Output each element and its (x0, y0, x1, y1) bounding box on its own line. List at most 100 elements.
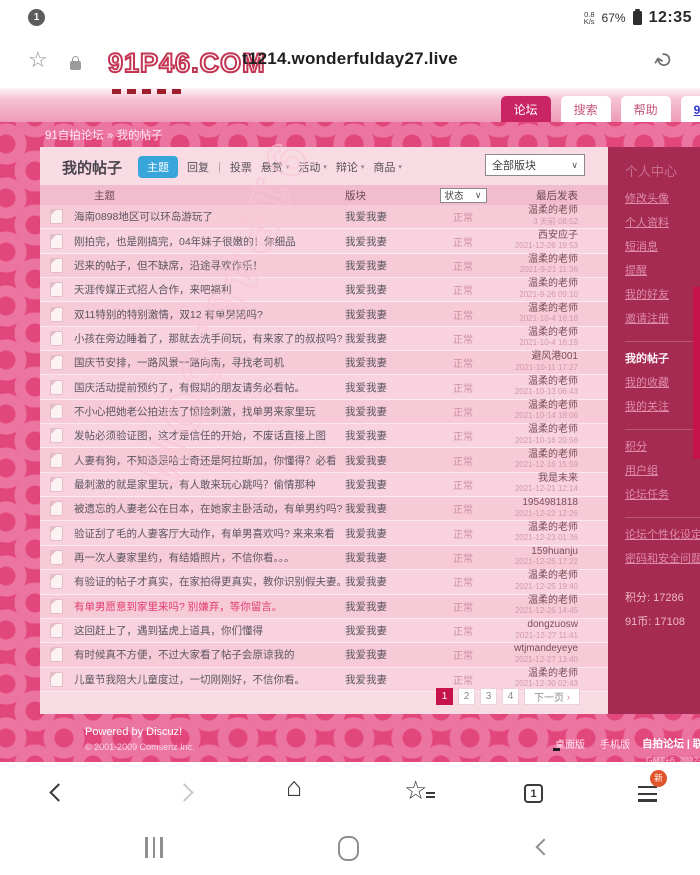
last-post-author[interactable]: 1954981818 (522, 498, 578, 509)
thread-title-link[interactable]: 有单男愿意到家里来吗? 别嫌弃，等你留言。 (74, 599, 345, 614)
last-post-author[interactable]: 温柔的老师 (528, 328, 578, 339)
site-tab-91视[interactable]: 91视 (681, 96, 700, 122)
table-row[interactable]: 人妻有狗，不知道是哈士奇还是阿拉斯加，你懂得？必看 我爱我妻 正常 温柔的老师 … (40, 448, 608, 472)
thread-title-link[interactable]: 国庆活动提前预约了，有假期的朋友请务必看帖。 (74, 380, 345, 395)
table-row[interactable]: 这回赶上了，遇到猛虎上道具，你们懂得 我爱我妻 正常 dongzuosw 202… (40, 619, 608, 643)
sidebar-item-短消息[interactable]: 短消息 (625, 238, 700, 254)
table-row[interactable]: 有单男愿意到家里来吗? 别嫌弃，等你留言。 我爱我妻 正常 温柔的老师 2021… (40, 595, 608, 619)
system-back-icon[interactable] (536, 839, 553, 856)
table-row[interactable]: 再一次人妻家里约，有结婚照片，不信你看。。。 我爱我妻 正常 159huanju… (40, 546, 608, 570)
last-post-author[interactable]: 我是未来 (538, 474, 578, 485)
table-row[interactable]: 验证刮了毛的人妻客厅大动作，有单男喜欢吗? 来来来看 我爱我妻 正常 温柔的老师… (40, 521, 608, 545)
filter-tab-悬赏[interactable]: 悬赏▾ (261, 159, 290, 175)
thread-title-link[interactable]: 人妻有狗，不知道是哈士奇还是阿拉斯加，你懂得？必看 (74, 453, 345, 468)
thread-title-link[interactable]: 天涯传媒正式招人合作，来吧福利 (74, 282, 345, 297)
thread-title-link[interactable]: 有验证的帖子才真实，在家拍得更真实，教你识别假夫妻。 (74, 574, 345, 589)
filter-tab-活动[interactable]: 活动▾ (298, 159, 327, 175)
page-button-1[interactable]: 1 (436, 688, 453, 705)
table-row[interactable]: 不小心把她老公拍进去了惊险刺激，找单男来家里玩 我爱我妻 正常 温柔的老师 20… (40, 400, 608, 424)
browser-address-bar[interactable]: ☆ 91P46.COM t1214.wonderfulday27.live ↻ (0, 35, 700, 88)
table-row[interactable]: 国庆活动提前预约了，有假期的朋友请务必看帖。 我爱我妻 正常 温柔的老师 202… (40, 375, 608, 399)
table-row[interactable]: 有验证的帖子才真实，在家拍得更真实，教你识别假夫妻。 我爱我妻 正常 温柔的老师… (40, 570, 608, 594)
site-tab-搜索[interactable]: 搜索 (561, 96, 611, 122)
filter-tab-商品[interactable]: 商品▾ (373, 159, 402, 175)
table-row[interactable]: 海南0898地区可以环岛游玩了 我爱我妻 正常 温柔的老师 3 天前 08:52 (40, 205, 608, 229)
thread-forum-link[interactable]: 我爱我妻 (345, 307, 425, 322)
table-row[interactable]: 迟来的帖子，但不缺席，沿途寻欢作乐！ 我爱我妻 正常 温柔的老师 2021-9-… (40, 254, 608, 278)
status-filter-select[interactable]: 状态 ∨ (440, 188, 487, 203)
thread-forum-link[interactable]: 我爱我妻 (345, 331, 425, 346)
sidebar-item-修改头像[interactable]: 修改头像 (625, 190, 700, 206)
thread-forum-link[interactable]: 我爱我妻 (345, 672, 425, 687)
last-post-author[interactable]: 159huanju (531, 547, 578, 558)
last-post-author[interactable]: 温柔的老师 (528, 523, 578, 534)
page-button-4[interactable]: 4 (502, 688, 519, 705)
table-row[interactable]: 国庆节安排，一路风景一路向南，寻找老司机 我爱我妻 正常 避风港001 2021… (40, 351, 608, 375)
sidebar-item-提醒[interactable]: 提醒 (625, 262, 700, 278)
last-post-author[interactable]: 温柔的老师 (528, 571, 578, 582)
thread-forum-link[interactable]: 我爱我妻 (345, 501, 425, 516)
last-post-author[interactable]: 温柔的老师 (528, 450, 578, 461)
thread-title-link[interactable]: 最刺激的就是家里玩，有人敢来玩心跳吗？偷情那种 (74, 477, 345, 492)
last-post-author[interactable]: 温柔的老师 (528, 304, 578, 315)
thread-title-link[interactable]: 再一次人妻家里约，有结婚照片，不信你看。。。 (74, 550, 345, 565)
table-row[interactable]: 有时候真不方便，不过大家看了帖子会原谅我的 我爱我妻 正常 wtjmandeye… (40, 643, 608, 667)
table-row[interactable]: 双11特别的特别激情，双12 有单男陪吗? 我爱我妻 正常 温柔的老师 2021… (40, 302, 608, 326)
table-row[interactable]: 发帖必须验证图，这才是信任的开始，不废话直接上图 我爱我妻 正常 温柔的老师 2… (40, 424, 608, 448)
sidebar-item-用户组[interactable]: 用户组 (625, 462, 700, 478)
filter-tab-投票[interactable]: 投票 (230, 159, 252, 175)
menu-icon[interactable] (638, 786, 657, 806)
sidebar-item-我的好友[interactable]: 我的好友 (625, 286, 700, 302)
last-post-author[interactable]: wtjmandeyeye (514, 644, 578, 655)
thread-title-link[interactable]: 海南0898地区可以环岛游玩了 (74, 209, 345, 224)
recent-apps-icon[interactable] (145, 837, 163, 858)
sidebar-item-我的关注[interactable]: 我的关注 (625, 398, 700, 414)
bookmarks-icon[interactable]: ☆ (404, 775, 427, 806)
thread-forum-link[interactable]: 我爱我妻 (345, 550, 425, 565)
sidebar-item-我的帖子[interactable]: 我的帖子 (625, 350, 700, 366)
thread-forum-link[interactable]: 我爱我妻 (345, 453, 425, 468)
sidebar-item-论坛任务[interactable]: 论坛任务 (625, 486, 700, 502)
thread-forum-link[interactable]: 我爱我妻 (345, 380, 425, 395)
site-tab-论坛[interactable]: 论坛 (501, 96, 551, 122)
sidebar-item-论坛个性化设定[interactable]: 论坛个性化设定 (625, 526, 700, 542)
thread-title-link[interactable]: 小孩在旁边睡着了，那就去洗手间玩，有来家了的叔叔吗? (74, 331, 345, 346)
sidebar-item-邀请注册[interactable]: 邀请注册 (625, 310, 700, 326)
site-tab-帮助[interactable]: 帮助 (621, 96, 671, 122)
thread-forum-link[interactable]: 我爱我妻 (345, 623, 425, 638)
sidebar-item-我的收藏[interactable]: 我的收藏 (625, 374, 700, 390)
mobile-version-link[interactable]: 手机版 (600, 736, 630, 751)
powered-by[interactable]: Powered by Discuz! (85, 726, 195, 738)
last-post-author[interactable]: 温柔的老师 (528, 255, 578, 266)
sidebar-item-个人资料[interactable]: 个人资料 (625, 214, 700, 230)
thread-title-link[interactable]: 被遗忘的人妻老公在日本，在她家主卧活动，有单男约吗? (74, 501, 345, 516)
filter-tab-辩论[interactable]: 辩论▾ (336, 159, 365, 175)
sidebar-item-密码和安全问题[interactable]: 密码和安全问题 (625, 550, 700, 566)
last-post-author[interactable]: 温柔的老师 (528, 206, 578, 217)
thread-forum-link[interactable]: 我爱我妻 (345, 282, 425, 297)
table-row[interactable]: 刚拍完，也是刚搞完，04年妹子很嫩的！你细品 我爱我妻 正常 西安应子 2021… (40, 229, 608, 253)
thread-title-link[interactable]: 国庆节安排，一路风景一路向南，寻找老司机 (74, 355, 345, 370)
thread-forum-link[interactable]: 我爱我妻 (345, 428, 425, 443)
thread-title-link[interactable]: 不小心把她老公拍进去了惊险刺激，找单男来家里玩 (74, 404, 345, 419)
thread-title-link[interactable]: 双11特别的特别激情，双12 有单男陪吗? (74, 307, 345, 322)
table-row[interactable]: 天涯传媒正式招人合作，来吧福利 我爱我妻 正常 温柔的老师 2021-9-26 … (40, 278, 608, 302)
thread-title-link[interactable]: 验证刮了毛的人妻客厅大动作，有单男喜欢吗? 来来来看 (74, 526, 345, 541)
footer-site-links[interactable]: 自拍论坛 | 联系 (642, 736, 700, 751)
last-post-author[interactable]: 温柔的老师 (528, 377, 578, 388)
thread-forum-link[interactable]: 我爱我妻 (345, 599, 425, 614)
table-row[interactable]: 被遗忘的人妻老公在日本，在她家主卧活动，有单男约吗? 我爱我妻 正常 19549… (40, 497, 608, 521)
thread-title-link[interactable]: 有时候真不方便，不过大家看了帖子会原谅我的 (74, 647, 345, 662)
thread-forum-link[interactable]: 我爱我妻 (345, 234, 425, 249)
thread-forum-link[interactable]: 我爱我妻 (345, 209, 425, 224)
thread-forum-link[interactable]: 我爱我妻 (345, 574, 425, 589)
tab-switcher-icon[interactable]: 1 (524, 784, 543, 803)
forum-filter-select[interactable]: 全部版块 ∨ (485, 154, 585, 176)
page-button-3[interactable]: 3 (480, 688, 497, 705)
home-icon[interactable]: ⌂ (286, 772, 302, 803)
next-page-button[interactable]: 下一页› (524, 688, 580, 705)
back-icon[interactable] (49, 783, 67, 801)
last-post-author[interactable]: 温柔的老师 (528, 669, 578, 680)
table-row[interactable]: 最刺激的就是家里玩，有人敢来玩心跳吗？偷情那种 我爱我妻 正常 我是未来 202… (40, 473, 608, 497)
thread-title-link[interactable]: 儿童节我陪大儿童度过，一切刚刚好，不信你看。 (74, 672, 345, 687)
